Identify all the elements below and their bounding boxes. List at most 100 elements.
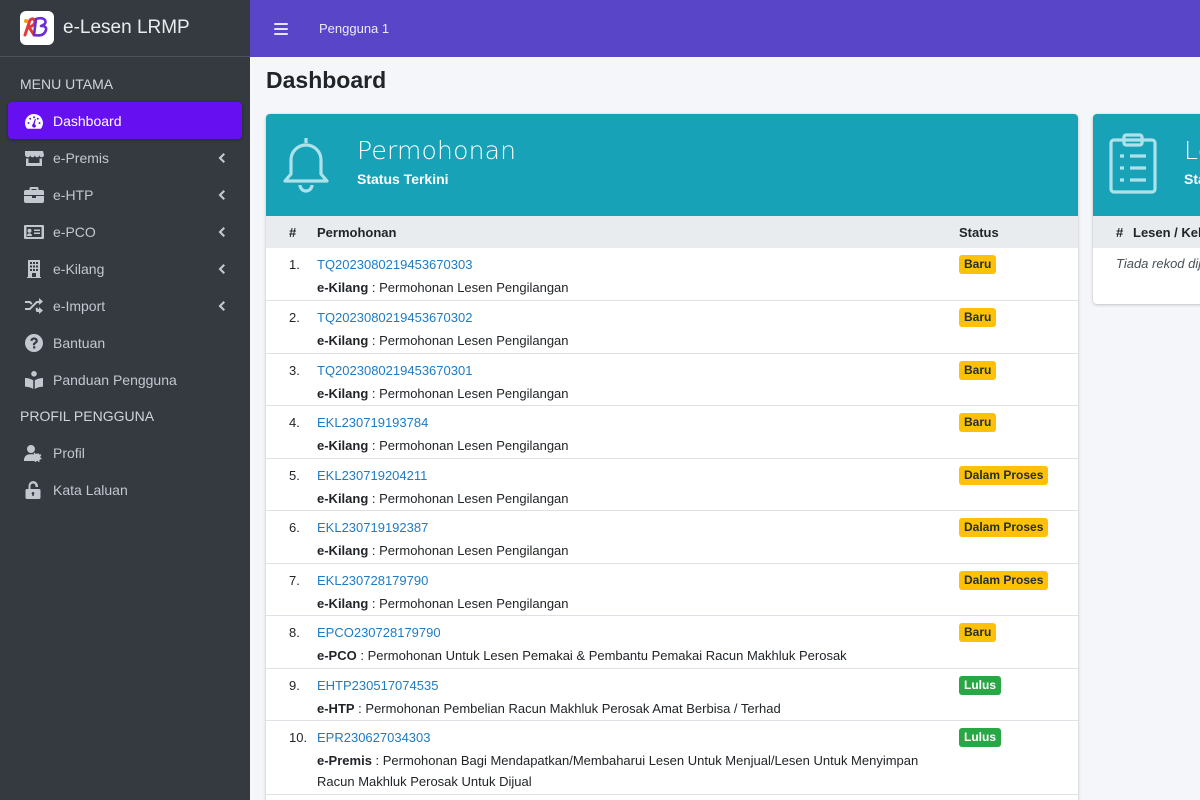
column-header-lesen: Lesen / Kel	[1133, 224, 1200, 240]
application-ref-link[interactable]: TQ2023080219453670302	[317, 310, 472, 325]
sidebar-item-e-pco[interactable]: e-PCO	[8, 213, 242, 250]
description-text: Permohonan Bagi Mendapatkan/Membaharui L…	[317, 753, 919, 789]
row-number: 8.	[289, 625, 300, 640]
id-card-icon	[22, 222, 46, 242]
module-name: e-Kilang	[317, 333, 369, 348]
description-text: Permohonan Lesen Pengilangan	[379, 596, 569, 611]
application-description: e-HTP : Permohonan Pembelian Racun Makhl…	[317, 701, 781, 716]
status-badge: Baru	[959, 623, 997, 642]
application-ref-link[interactable]: TQ2023080219453670303	[317, 257, 472, 272]
nav-header-profile: PROFIL PENGGUNA	[20, 408, 155, 424]
row-number: 9.	[289, 678, 300, 693]
chevron-left-icon	[216, 188, 228, 200]
table-row: 1. TQ2023080219453670303 e-Kilang : Permoh…	[266, 248, 1078, 301]
application-ref-link[interactable]: EPR230627034303	[317, 730, 431, 745]
application-ref-link[interactable]: EKL230719193784	[317, 415, 428, 430]
sidebar-item-label: Dashboard	[53, 112, 122, 129]
nav-header-main: MENU UTAMA	[20, 76, 114, 92]
sidebar-item-e-premis[interactable]: e-Premis	[8, 139, 242, 176]
permohonan-card: Permohonan Status Terkini # Permohonan S…	[266, 114, 1078, 800]
sidebar-item-profil[interactable]: Profil	[8, 434, 242, 471]
table-row: 8. EPCO230728179790 e-PCO : Permohonan Unt…	[266, 616, 1078, 669]
module-name: e-Premis	[317, 753, 372, 768]
status-badge: Baru	[959, 413, 997, 432]
column-header-status: Status	[959, 224, 999, 240]
row-number: 5.	[289, 468, 300, 483]
column-header-permohonan: Permohonan	[317, 224, 397, 240]
row-number: 1.	[289, 257, 300, 272]
application-ref-link[interactable]: EKL230728179790	[317, 573, 428, 588]
description-text: Permohonan Lesen Pengilangan	[379, 438, 569, 453]
sidebar-item-label: Kata Laluan	[53, 481, 128, 498]
lesen-subtitle: Sta	[1184, 171, 1200, 187]
application-description: e-Kilang : Permohonan Lesen Pengilangan	[317, 543, 569, 558]
application-description: e-Kilang : Permohonan Lesen Pengilangan	[317, 386, 569, 401]
briefcase-icon	[22, 185, 46, 205]
row-number: 4.	[289, 415, 300, 430]
status-badge: Lulus	[959, 676, 1001, 695]
tachometer-icon	[22, 111, 46, 131]
row-number: 2.	[289, 310, 300, 325]
sidebar-item-kata-laluan[interactable]: Kata Laluan	[8, 471, 242, 508]
unlock-icon	[22, 480, 46, 500]
question-circle-icon	[22, 333, 46, 353]
sidebar-item-e-import[interactable]: e-Import	[8, 287, 242, 324]
module-name: e-Kilang	[317, 438, 369, 453]
sidebar-item-label: e-PCO	[53, 223, 96, 240]
permohonan-title: Permohonan	[357, 136, 517, 165]
table-row: 2. TQ2023080219453670302 e-Kilang : Permoh…	[266, 301, 1078, 354]
status-badge: Dalam Proses	[959, 571, 1049, 590]
description-text: Permohonan Lesen Pengilangan	[379, 333, 569, 348]
application-ref-link[interactable]: TQ2023080219453670301	[317, 363, 472, 378]
status-badge: Baru	[959, 361, 997, 380]
module-name: e-Kilang	[317, 491, 369, 506]
status-badge: Baru	[959, 308, 997, 327]
sidebar-item-label: Panduan Pengguna	[53, 371, 177, 388]
application-description: e-Kilang : Permohonan Lesen Pengilangan	[317, 491, 569, 506]
sidebar-item-label: e-Premis	[53, 149, 110, 166]
row-number: 10.	[289, 730, 308, 745]
column-header-number: #	[289, 224, 297, 240]
application-description: e-Kilang : Permohonan Lesen Pengilangan	[317, 280, 569, 295]
sidebar: e-Lesen LRMP MENU UTAMA Dashboard e-Prem…	[0, 0, 250, 800]
application-ref-link[interactable]: EKL230719192387	[317, 520, 428, 535]
status-badge: Dalam Proses	[959, 466, 1049, 485]
application-ref-link[interactable]: EKL230719204211	[317, 468, 427, 483]
sidebar-item-label: Bantuan	[53, 334, 106, 351]
user-cog-icon	[22, 443, 46, 463]
application-description: e-Kilang : Permohonan Lesen Pengilangan	[317, 438, 569, 453]
user-menu[interactable]: Pengguna 1	[319, 21, 389, 36]
application-ref-link[interactable]: EHTP230517074535	[317, 678, 438, 693]
module-name: e-Kilang	[317, 596, 369, 611]
sidebar-item-bantuan[interactable]: Bantuan	[8, 324, 242, 361]
store-icon	[22, 148, 46, 168]
table-row: 7. EKL230728179790 e-Kilang : Permohonan L…	[266, 564, 1078, 616]
bell-icon	[280, 134, 332, 196]
menu-toggle-icon[interactable]	[274, 22, 288, 35]
status-badge: Dalam Proses	[959, 518, 1049, 537]
application-description: e-PCO : Permohonan Untuk Lesen Pemakai &…	[317, 648, 847, 663]
sidebar-item-label: Profil	[53, 444, 85, 461]
chevron-left-icon	[216, 299, 228, 311]
book-reader-icon	[22, 370, 46, 390]
module-name: e-Kilang	[317, 386, 369, 401]
description-text: Permohonan Pembelian Racun Makhluk Peros…	[365, 701, 781, 716]
module-name: e-PCO	[317, 648, 357, 663]
brand-logo	[20, 11, 54, 45]
description-text: Permohonan Lesen Pengilangan	[379, 280, 569, 295]
sidebar-item-dashboard[interactable]: Dashboard	[8, 102, 242, 139]
sidebar-item-e-kilang[interactable]: e-Kilang	[8, 250, 242, 287]
lesen-card-header: Le Sta	[1093, 114, 1200, 216]
sidebar-item-e-htp[interactable]: e-HTP	[8, 176, 242, 213]
sidebar-item-panduan-pengguna[interactable]: Panduan Pengguna	[8, 361, 242, 398]
application-description: e-Premis : Permohonan Bagi Mendapatkan/M…	[317, 753, 919, 789]
random-icon	[22, 296, 46, 316]
row-number: 7.	[289, 573, 300, 588]
description-text: Permohonan Lesen Pengilangan	[379, 386, 569, 401]
table-row: 4. EKL230719193784 e-Kilang : Permohonan L…	[266, 406, 1078, 459]
sidebar-item-label: e-HTP	[53, 186, 94, 203]
description-text: Permohonan Lesen Pengilangan	[379, 543, 569, 558]
brand[interactable]: e-Lesen LRMP	[0, 0, 250, 57]
table-row: 9. EHTP230517074535 e-HTP : Permohonan Pem…	[266, 669, 1078, 721]
application-ref-link[interactable]: EPCO230728179790	[317, 625, 441, 640]
